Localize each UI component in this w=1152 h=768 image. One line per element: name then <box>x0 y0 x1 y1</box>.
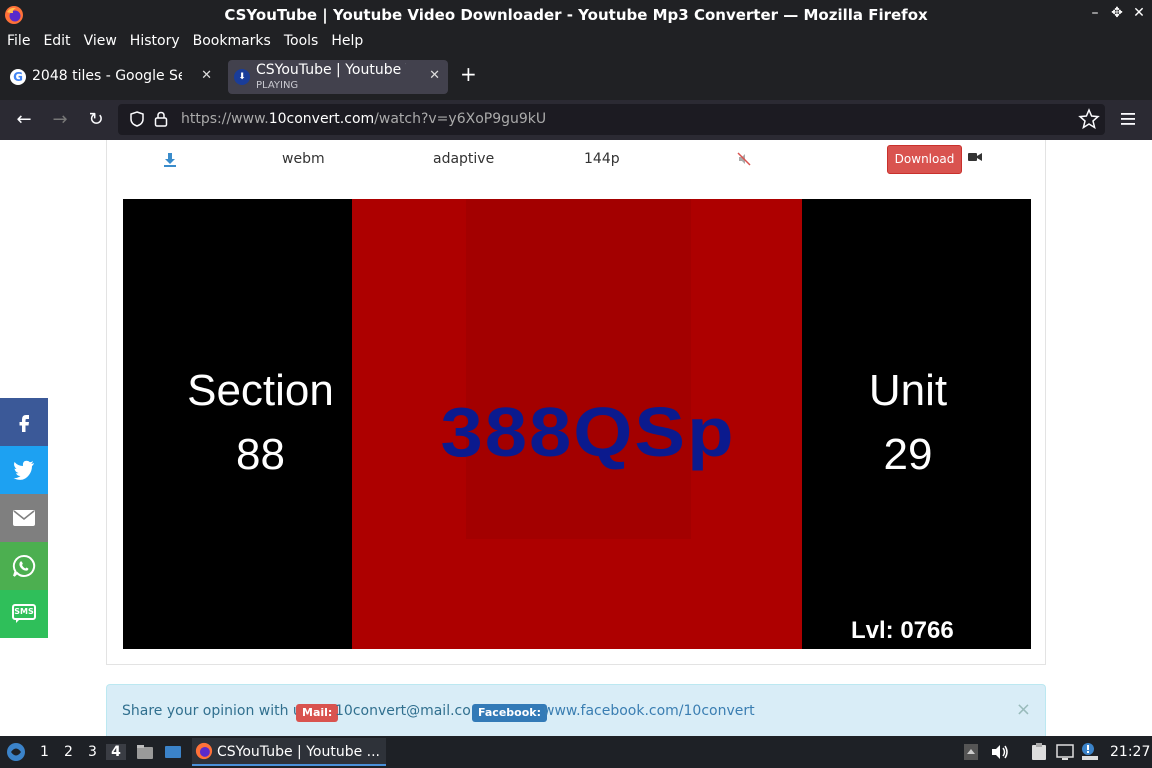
workspace-3[interactable]: 3 <box>88 744 97 760</box>
menu-help[interactable]: Help <box>331 30 363 54</box>
facebook-icon <box>19 415 29 432</box>
notice-text: Share your opinion with us! <box>122 703 315 719</box>
level-label: Lvl: 0766 <box>851 617 954 644</box>
video-inner-panel <box>466 199 691 539</box>
google-icon: G <box>10 69 26 85</box>
download-card: webm adaptive 144p Download Section 88 U… <box>106 140 1046 665</box>
menu-view[interactable]: View <box>84 30 117 54</box>
reload-icon[interactable]: ↻ <box>84 108 108 132</box>
notification-icon[interactable] <box>1080 742 1100 762</box>
bookmark-star-icon[interactable] <box>1078 108 1100 130</box>
minimize-button[interactable]: – <box>1088 5 1102 21</box>
sms-share-button[interactable]: SMS <box>0 590 48 638</box>
unit-label: Unit 29 <box>833 359 983 487</box>
twitter-icon <box>13 460 34 480</box>
whatsapp-icon <box>12 554 36 577</box>
close-tab-icon[interactable]: ✕ <box>201 68 212 83</box>
taskbar-firefox-app[interactable]: CSYouTube | Youtube ... <box>192 738 386 766</box>
firefox-taskbar-icon <box>195 742 213 760</box>
address-bar[interactable]: https://www.10convert.com/watch?v=y6XoP9… <box>118 104 1105 135</box>
mail-badge: Mail: <box>296 704 339 722</box>
window-title: CSYouTube | Youtube Video Downloader - Y… <box>224 6 928 24</box>
type-cell: adaptive <box>433 151 495 167</box>
workspace-4[interactable]: 4 <box>106 744 126 760</box>
menu-history[interactable]: History <box>130 30 180 54</box>
menu-tools[interactable]: Tools <box>284 30 319 54</box>
close-window-button[interactable]: ✕ <box>1132 5 1146 21</box>
window-titlebar: CSYouTube | Youtube Video Downloader - Y… <box>0 0 1152 30</box>
menu-bar: File Edit View History Bookmarks Tools H… <box>0 30 1152 54</box>
taskbar: 1 2 3 4 CSYouTube | Youtube ... 21:27 <box>0 736 1152 768</box>
email-share-button[interactable] <box>0 494 48 542</box>
video-player[interactable]: Section 88 Unit 29 388QSp Lvl: 0766 <box>123 199 1031 649</box>
page-content: webm adaptive 144p Download Section 88 U… <box>0 140 1152 736</box>
section-label: Section 88 <box>163 359 358 487</box>
tray-up-arrow-icon[interactable] <box>964 744 978 760</box>
url-text: https://www.10convert.com/watch?v=y6XoP9… <box>181 111 546 127</box>
close-notice-icon[interactable]: × <box>1016 699 1031 720</box>
url-prefix: https://www. <box>181 111 269 127</box>
social-share-bar: SMS <box>0 398 48 638</box>
url-host: 10convert.com <box>268 111 375 127</box>
desktop-icon[interactable] <box>164 744 182 760</box>
mail-link[interactable]: 10convert@mail.com <box>335 703 484 719</box>
twitter-share-button[interactable] <box>0 446 48 494</box>
navigation-bar: ← → ↻ https://www.10convert.com/watch?v=… <box>0 100 1152 140</box>
sms-icon: SMS <box>12 604 36 624</box>
clipboard-icon[interactable] <box>1030 743 1048 761</box>
shield-icon[interactable] <box>130 111 144 127</box>
volume-icon[interactable] <box>990 744 1010 760</box>
clock: 21:27 <box>1110 744 1151 760</box>
envelope-icon <box>13 510 35 526</box>
hamburger-menu-icon[interactable] <box>1119 110 1137 128</box>
start-menu-icon[interactable] <box>6 742 26 762</box>
csyoutube-icon: ⬇ <box>234 69 250 85</box>
section-number: 88 <box>236 430 285 479</box>
muted-audio-icon <box>737 152 751 166</box>
download-row: webm adaptive 144p Download <box>107 140 1045 180</box>
opinion-notice: Share your opinion with us! Mail: 10conv… <box>106 684 1046 736</box>
back-icon[interactable]: ← <box>12 108 36 132</box>
workspace-1[interactable]: 1 <box>40 744 49 760</box>
file-manager-icon[interactable] <box>136 744 154 760</box>
video-camera-icon <box>968 153 982 161</box>
menu-file[interactable]: File <box>7 30 30 54</box>
network-icon[interactable] <box>1056 743 1074 761</box>
tab-google-search[interactable]: G 2048 tiles - Google Search ✕ <box>4 60 220 94</box>
tab-bar: G 2048 tiles - Google Search ✕ ⬇ CSYouTu… <box>0 54 1152 100</box>
facebook-share-button[interactable] <box>0 398 48 446</box>
url-path: /watch?v=y6XoP9gu9kU <box>374 111 547 127</box>
whatsapp-share-button[interactable] <box>0 542 48 590</box>
maximize-button[interactable]: ✥ <box>1110 5 1124 21</box>
tab-csyoutube[interactable]: ⬇ CSYouTube | Youtube Video Downloader P… <box>228 60 448 94</box>
format-cell: webm <box>282 151 325 167</box>
workspace-2[interactable]: 2 <box>64 744 73 760</box>
download-button[interactable]: Download <box>887 145 962 174</box>
lock-icon[interactable] <box>154 111 168 127</box>
menu-bookmarks[interactable]: Bookmarks <box>193 30 271 54</box>
tab-label: CSYouTube | Youtube Video Downloader <box>256 62 406 78</box>
close-tab-icon[interactable]: ✕ <box>429 68 440 83</box>
facebook-link[interactable]: www.facebook.com/10convert <box>543 703 755 719</box>
section-title: Section <box>187 366 334 415</box>
center-code: 388QSp <box>440 393 736 472</box>
facebook-badge: Facebook: <box>472 704 547 722</box>
forward-icon[interactable]: → <box>48 108 72 132</box>
unit-title: Unit <box>868 366 948 415</box>
unit-number: 29 <box>883 430 933 479</box>
quality-cell: 144p <box>584 151 620 167</box>
menu-edit[interactable]: Edit <box>43 30 70 54</box>
tab-playing-label: PLAYING <box>256 80 299 91</box>
download-arrow-icon[interactable] <box>163 152 177 168</box>
tab-label: 2048 tiles - Google Search <box>32 68 182 84</box>
new-tab-button[interactable]: + <box>460 62 477 86</box>
taskbar-app-label: CSYouTube | Youtube ... <box>217 744 381 760</box>
